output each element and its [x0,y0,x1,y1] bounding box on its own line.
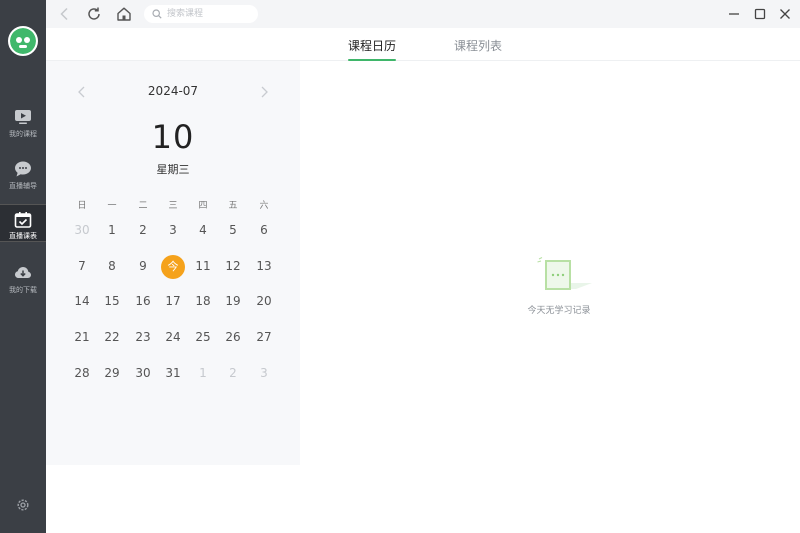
play-screen-icon [15,110,31,124]
sidebar-item-label: 直播辅导 [9,182,37,190]
calendar-day[interactable]: 5 [218,218,248,242]
calendar-day-today[interactable]: 今 [158,254,188,279]
weekday-header: 一 [107,201,117,211]
close-icon[interactable] [776,5,794,23]
calendar-day[interactable]: 24 [158,325,188,349]
calendar-check-icon [14,212,32,228]
calendar-day[interactable]: 30 [128,361,158,385]
calendar-day[interactable]: 12 [218,254,248,278]
title-bar [46,0,800,28]
records-area: 今天无学习记录 [300,61,800,533]
weekday-header: 六 [259,201,269,211]
tab-course-list[interactable]: 课程列表 [454,37,502,54]
calendar-day[interactable]: 27 [249,325,279,349]
sidebar-item-my-courses[interactable]: 我的课程 [0,106,46,146]
calendar-day[interactable]: 3 [158,218,188,242]
calendar-day[interactable]: 29 [97,361,127,385]
calendar-day[interactable]: 31 [158,361,188,385]
tab-course-calendar[interactable]: 课程日历 [348,37,397,61]
calendar-day[interactable]: 14 [67,289,97,313]
calendar-day[interactable]: 2 [218,361,248,385]
calendar-day[interactable]: 25 [188,325,218,349]
sidebar-item-live-tutoring[interactable]: 直播辅导 [0,158,46,198]
empty-message: 今天无学习记录 [527,306,591,316]
calendar-day[interactable]: 23 [128,325,158,349]
today-badge: 今 [161,255,185,279]
search-box[interactable] [144,5,258,23]
calendar-day[interactable]: 21 [67,325,97,349]
calendar-day[interactable]: 16 [128,289,158,313]
selected-weekday: 星期三 [156,163,190,176]
search-icon [152,9,162,19]
calendar-day[interactable]: 4 [188,218,218,242]
sidebar-item-live-schedule[interactable]: 直播课表 [0,204,46,242]
calendar-day[interactable]: 11 [188,254,218,278]
calendar-day[interactable]: 13 [249,254,279,278]
sidebar-item-label: 我的课程 [9,130,37,138]
maximize-icon[interactable] [751,5,769,23]
refresh-icon[interactable] [85,5,103,23]
calendar-day[interactable]: 15 [97,289,127,313]
app-window: 我的课程 直播辅导 直播课表 我的下载 搜索课程 课程日历 课程列表 2024-… [0,0,800,533]
calendar-day[interactable]: 8 [97,254,127,278]
weekday-header: 三 [168,201,178,211]
calendar-day[interactable]: 19 [218,289,248,313]
calendar-panel: 2024-07 10 星期三 日 一 二 三 四 五 六 30 1 2 3 4 … [46,61,300,465]
search-input[interactable] [167,7,253,21]
sidebar-item-label: 我的下载 [9,286,37,294]
calendar-day[interactable]: 6 [249,218,279,242]
avatar[interactable] [8,26,38,56]
sidebar-item-my-downloads[interactable]: 我的下载 [0,262,46,302]
calendar-day[interactable]: 28 [67,361,97,385]
calendar-day[interactable]: 7 [67,254,97,278]
home-icon[interactable] [115,5,133,23]
left-rail: 我的课程 直播辅导 直播课表 我的下载 [0,0,46,533]
weekday-header: 日 [77,201,87,211]
calendar-day[interactable]: 30 [67,218,97,242]
calendar-day[interactable]: 17 [158,289,188,313]
calendar-day[interactable]: 3 [249,361,279,385]
calendar-day[interactable]: 9 [128,254,158,278]
calendar-day[interactable]: 2 [128,218,158,242]
calendar-day[interactable]: 1 [188,361,218,385]
tab-bar: 课程日历 课程列表 [46,28,800,61]
calendar-day[interactable]: 26 [218,325,248,349]
settings-gear-icon[interactable] [16,498,30,512]
weekday-header: 四 [198,201,208,211]
minimize-icon[interactable] [725,5,743,23]
weekday-header: 五 [228,201,238,211]
calendar-day[interactable]: 1 [97,218,127,242]
selected-day-number: 10 [151,118,195,156]
back-arrow-icon[interactable] [56,5,74,23]
empty-record-icon [537,257,592,290]
calendar-day[interactable]: 22 [97,325,127,349]
weekday-header: 二 [138,201,148,211]
next-month-icon[interactable] [258,85,270,99]
calendar-day[interactable]: 18 [188,289,218,313]
sidebar-item-label: 直播课表 [9,232,37,240]
mascot-face [10,28,36,54]
calendar-day[interactable]: 20 [249,289,279,313]
chat-bubble-icon [15,161,31,177]
download-cloud-icon [15,267,31,278]
